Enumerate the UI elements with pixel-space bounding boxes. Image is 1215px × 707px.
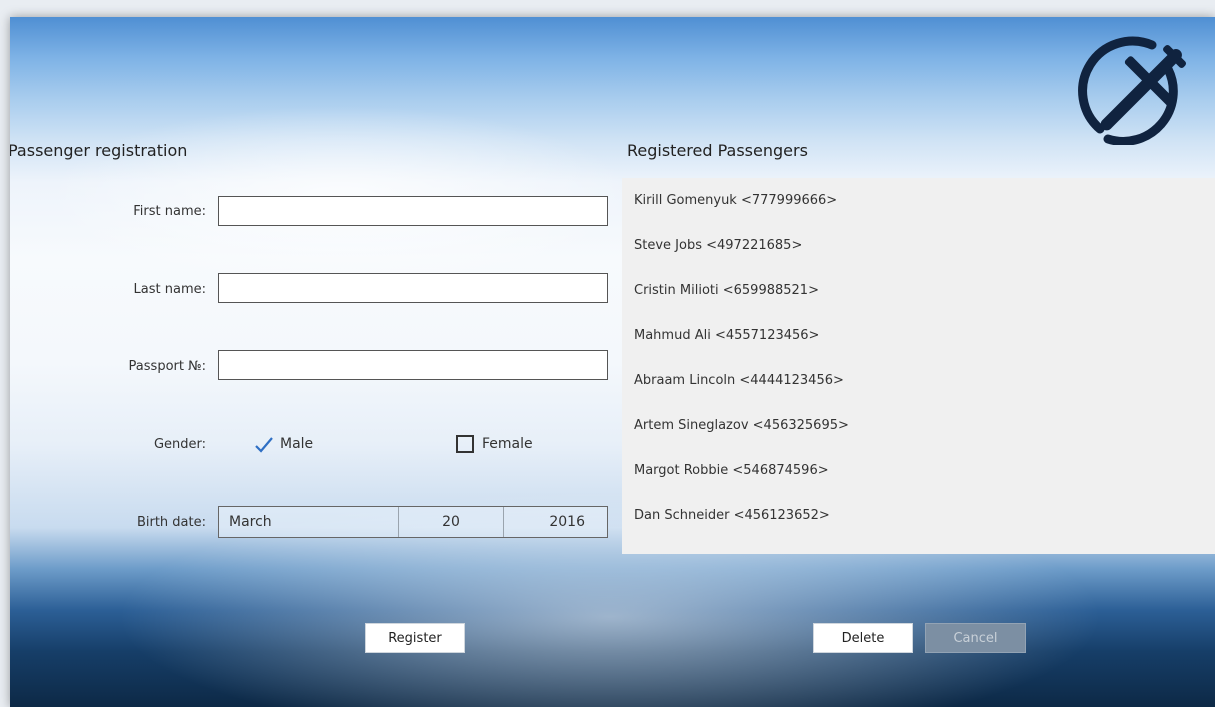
plane-logo-icon (1078, 36, 1187, 145)
first-name-label: First name: (133, 204, 206, 219)
female-checkbox[interactable]: Female (456, 435, 533, 453)
male-checkbox[interactable]: Male (254, 435, 313, 453)
birth-month[interactable]: March (219, 507, 399, 537)
delete-button[interactable]: Delete (813, 623, 913, 653)
birth-year[interactable]: 2016 (504, 507, 607, 537)
last-name-input[interactable] (218, 273, 608, 303)
list-item[interactable]: Dan Schneider <456123652> (622, 493, 1215, 538)
list-item[interactable]: Steve Jobs <497221685> (622, 223, 1215, 268)
checkmark-icon (254, 435, 273, 453)
app-window: Passenger registration First name: Last … (10, 17, 1215, 707)
gender-label: Gender: (153, 437, 206, 452)
last-name-label: Last name: (133, 282, 206, 297)
registration-title: Passenger registration (10, 141, 188, 160)
register-button[interactable]: Register (365, 623, 465, 653)
passport-input[interactable] (218, 350, 608, 380)
passengers-list[interactable]: Kirill Gomenyuk <777999666> Steve Jobs <… (622, 178, 1215, 554)
list-item[interactable]: Artem Sineglazov <456325695> (622, 403, 1215, 448)
birth-date-label: Birth date: (136, 515, 206, 530)
passengers-title: Registered Passengers (627, 141, 808, 160)
male-label: Male (280, 436, 314, 452)
birth-date-picker[interactable]: March 20 2016 (218, 506, 608, 538)
list-item[interactable]: Jason Bourne <457856632> (622, 538, 1215, 554)
passport-label: Passport №: (128, 359, 206, 374)
list-item[interactable]: Margot Robbie <546874596> (622, 448, 1215, 493)
list-item[interactable]: Abraam Lincoln <4444123456> (622, 358, 1215, 403)
list-item[interactable]: Mahmud Ali <4557123456> (622, 313, 1215, 358)
checkbox-empty-icon (456, 435, 474, 453)
female-label: Female (482, 436, 533, 452)
cancel-button[interactable]: Cancel (925, 623, 1026, 653)
first-name-input[interactable] (218, 196, 608, 226)
list-item[interactable]: Cristin Milioti <659988521> (622, 268, 1215, 313)
birth-day[interactable]: 20 (399, 507, 504, 537)
list-item[interactable]: Kirill Gomenyuk <777999666> (622, 178, 1215, 223)
